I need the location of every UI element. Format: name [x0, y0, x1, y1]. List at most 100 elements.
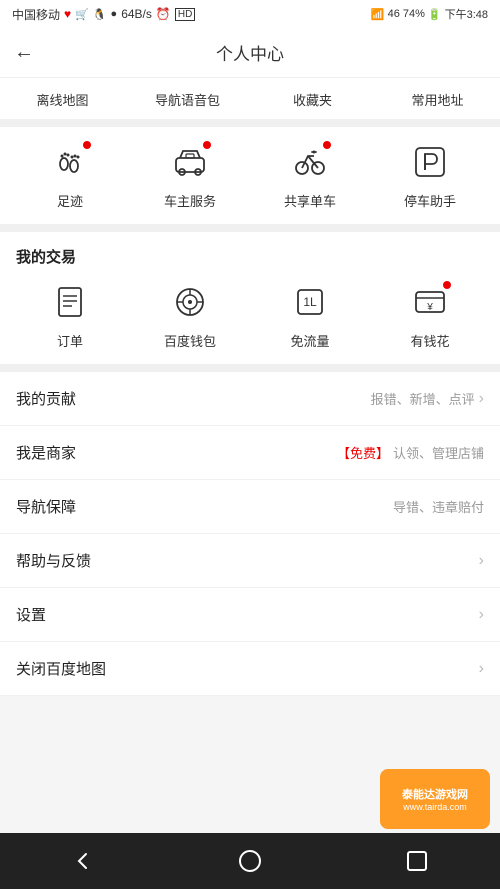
quick-nav-favorites[interactable]: 收藏夹	[250, 90, 375, 109]
contribution-chevron-icon: ›	[479, 390, 484, 408]
order-icon-wrapper	[47, 279, 93, 325]
header: ← 个人中心	[0, 28, 500, 78]
shared-bike-label: 共享单车	[284, 191, 336, 210]
icon-item-order[interactable]: 订单	[30, 279, 110, 350]
bike-icon-wrapper	[287, 139, 333, 185]
footprint-label: 足迹	[57, 191, 83, 210]
flow-icon: 1L	[292, 284, 328, 320]
footprint-icon-wrapper	[47, 139, 93, 185]
money-label: 有钱花	[410, 331, 449, 350]
merchant-right-text: 认领、管理店铺	[393, 443, 484, 462]
battery-text: 74%	[403, 8, 425, 20]
signal-text: 46	[388, 8, 400, 20]
speed-text: 64B/s	[121, 7, 152, 21]
nav-guarantee-right-text: 导错、违章赔付	[393, 497, 484, 516]
footprint-icon	[52, 144, 88, 180]
help-chevron-icon: ›	[479, 552, 484, 570]
merchant-prefix: 【免费】	[337, 443, 389, 462]
recent-nav-button[interactable]	[405, 849, 429, 873]
wifi-icon: 📶	[371, 8, 385, 21]
status-right: 📶 46 74% 🔋 下午3:48	[371, 6, 488, 22]
carrier-text: 中国移动	[12, 6, 60, 23]
app-icon: ●	[111, 8, 118, 20]
money-icon: ¥	[412, 284, 448, 320]
close-map-chevron-icon: ›	[479, 660, 484, 678]
quick-nav: 离线地图 导航语音包 收藏夹 常用地址	[0, 78, 500, 127]
bike-icon	[292, 144, 328, 180]
transaction-icon-grid: 订单 百度钱包 1L	[0, 279, 500, 350]
car-notification-dot	[203, 141, 211, 149]
icon-item-footprint[interactable]: 足迹	[30, 139, 110, 210]
heart-icon: ♥	[64, 7, 71, 21]
svg-text:1L: 1L	[303, 295, 317, 309]
back-button[interactable]: ←	[14, 41, 34, 64]
list-item-merchant[interactable]: 我是商家 【免费】 认领、管理店铺	[0, 426, 500, 480]
home-nav-button[interactable]	[238, 849, 262, 873]
parking-icon-wrapper	[407, 139, 453, 185]
clock-icon: ⏰	[156, 7, 171, 21]
parking-icon	[412, 144, 448, 180]
list-item-contribution[interactable]: 我的贡献 报错、新增、点评 ›	[0, 372, 500, 426]
contribution-right-text: 报错、新增、点评	[371, 389, 475, 408]
nav-guarantee-right: 导错、违章赔付	[393, 497, 484, 516]
page-title: 个人中心	[216, 40, 284, 65]
status-left: 中国移动 ♥ 🛒 🐧 ● 64B/s ⏰ HD	[12, 6, 195, 23]
close-map-label: 关闭百度地图	[16, 658, 106, 679]
watermark: 泰能达游戏网 www.tairda.com	[380, 769, 490, 829]
list-item-close-map[interactable]: 关闭百度地图 ›	[0, 642, 500, 696]
icon-item-shared-bike[interactable]: 共享单车	[270, 139, 350, 210]
settings-label: 设置	[16, 604, 46, 625]
quick-nav-offline-map[interactable]: 离线地图	[0, 90, 125, 109]
back-nav-icon	[71, 849, 95, 873]
help-right: ›	[479, 552, 484, 570]
car-icon	[172, 144, 208, 180]
nav-guarantee-label: 导航保障	[16, 496, 76, 517]
car-icon-wrapper	[167, 139, 213, 185]
contribution-right: 报错、新增、点评 ›	[371, 389, 484, 408]
taobao-icon: 🛒	[75, 8, 89, 21]
home-nav-icon	[238, 849, 262, 873]
list-item-nav-guarantee[interactable]: 导航保障 导错、违章赔付	[0, 480, 500, 534]
qq-icon: 🐧	[93, 8, 107, 21]
list-section: 我的贡献 报错、新增、点评 › 我是商家 【免费】 认领、管理店铺 导航保障 导…	[0, 372, 500, 696]
help-label: 帮助与反馈	[16, 550, 91, 571]
contribution-label: 我的贡献	[16, 388, 76, 409]
free-flow-label: 免流量	[290, 331, 329, 350]
hd-badge: HD	[175, 8, 195, 21]
merchant-right: 【免费】 认领、管理店铺	[337, 443, 484, 462]
flow-icon-wrapper: 1L	[287, 279, 333, 325]
quick-nav-voice-pack[interactable]: 导航语音包	[125, 90, 250, 109]
icon-item-wallet[interactable]: 百度钱包	[150, 279, 230, 350]
recent-nav-icon	[405, 849, 429, 873]
parking-label: 停车助手	[404, 191, 456, 210]
list-item-help[interactable]: 帮助与反馈 ›	[0, 534, 500, 588]
wallet-icon-wrapper	[167, 279, 213, 325]
bottom-nav	[0, 833, 500, 889]
merchant-label: 我是商家	[16, 442, 76, 463]
settings-right: ›	[479, 606, 484, 624]
icon-item-free-flow[interactable]: 1L 免流量	[270, 279, 350, 350]
list-item-settings[interactable]: 设置 ›	[0, 588, 500, 642]
wallet-label: 百度钱包	[164, 331, 216, 350]
car-service-label: 车主服务	[164, 191, 216, 210]
wallet-icon	[172, 284, 208, 320]
back-nav-button[interactable]	[71, 849, 95, 873]
icon-item-car-service[interactable]: 车主服务	[150, 139, 230, 210]
footprint-notification-dot	[83, 141, 91, 149]
icon-item-parking[interactable]: 停车助手	[390, 139, 470, 210]
icon-item-money[interactable]: ¥ 有钱花	[390, 279, 470, 350]
icon-grid: 足迹 车主服务	[0, 139, 500, 210]
svg-text:¥: ¥	[426, 302, 433, 313]
quick-nav-common-address[interactable]: 常用地址	[375, 90, 500, 109]
money-icon-wrapper: ¥	[407, 279, 453, 325]
order-icon	[52, 284, 88, 320]
order-label: 订单	[57, 331, 83, 350]
bike-notification-dot	[323, 141, 331, 149]
icon-section: 足迹 车主服务	[0, 127, 500, 232]
transaction-section: 我的交易 订单	[0, 232, 500, 372]
battery-icon: 🔋	[428, 8, 442, 21]
settings-chevron-icon: ›	[479, 606, 484, 624]
transaction-section-header: 我的交易	[0, 232, 500, 279]
close-map-right: ›	[479, 660, 484, 678]
money-notification-dot	[443, 281, 451, 289]
